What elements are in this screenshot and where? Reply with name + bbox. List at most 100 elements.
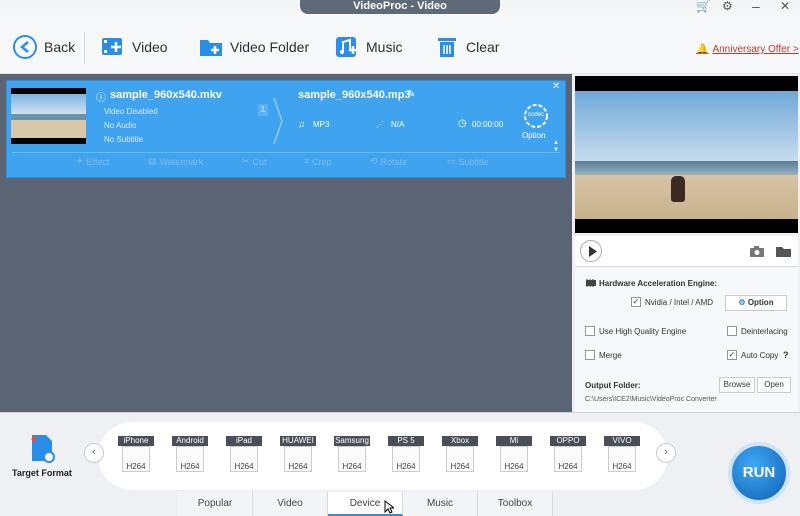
format-item[interactable]: Android H264: [172, 436, 208, 474]
format-name: OPPO: [550, 436, 586, 446]
add-video-folder-button[interactable]: Video Folder: [198, 32, 309, 62]
tools-divider: [12, 152, 560, 153]
window-title: VideoProc - Video: [300, 0, 500, 14]
format-item[interactable]: Samsung H264: [334, 436, 370, 474]
rotate-tool[interactable]: ⟲ Rotate: [370, 156, 407, 167]
chevron-right-icon: ›: [664, 446, 668, 458]
effect-tool[interactable]: ✦ Effect: [76, 156, 109, 167]
add-music-button[interactable]: Music: [334, 32, 403, 62]
tab-toolbox[interactable]: Toolbox: [478, 492, 553, 516]
deinterlacing-label: Deinterlacing: [741, 327, 788, 336]
folder-plus-icon: [198, 34, 224, 60]
conversion-arrow-icon: [273, 97, 283, 145]
deinterlacing-checkbox[interactable]: [727, 326, 737, 336]
format-codec: H264: [288, 462, 308, 471]
output-format: MP3: [313, 120, 330, 129]
play-button[interactable]: [580, 240, 602, 262]
run-button[interactable]: RUN: [728, 442, 790, 504]
subtitle-icon: ▭: [447, 156, 456, 166]
preview-person: [671, 176, 685, 202]
browse-button[interactable]: Browse: [719, 377, 755, 393]
format-name: Mi: [496, 436, 532, 446]
title-bar: VideoProc - Video 🛒 ⚙ – ✕: [0, 0, 800, 14]
back-arrow-icon: [12, 34, 38, 60]
cut-label: Cut: [252, 156, 267, 167]
gear-icon[interactable]: ⚙: [722, 0, 733, 14]
crop-label: Crop: [312, 156, 332, 167]
clear-button[interactable]: Clear: [434, 32, 499, 62]
hw-option-label: Option: [747, 298, 774, 307]
help-icon[interactable]: ?: [783, 350, 789, 360]
hw-vendor-label: Nvidia / Intel / AMD: [645, 298, 714, 307]
rotate-label: Rotate: [380, 156, 408, 167]
watermark-tool[interactable]: ▤ Watermark: [148, 156, 203, 167]
video-folder-label: Video Folder: [230, 39, 310, 55]
format-item[interactable]: Mi H264: [496, 436, 532, 474]
remove-item-icon[interactable]: ✕: [552, 81, 560, 92]
bell-icon: 🔔: [696, 44, 709, 55]
video-preview[interactable]: [575, 76, 798, 233]
info-icon[interactable]: ⓘ: [96, 89, 106, 104]
crop-tool[interactable]: ⌗ Crop: [304, 156, 332, 167]
format-name: HUAWEI: [280, 436, 316, 446]
high-quality-checkbox[interactable]: [585, 326, 595, 336]
video-status: Video Disabled: [104, 107, 158, 116]
next-formats-button[interactable]: ›: [656, 443, 676, 463]
rotate-icon: ⟲: [370, 156, 378, 166]
auto-copy-label: Auto Copy: [741, 351, 779, 360]
file-thumbnail[interactable]: [11, 88, 86, 144]
camera-icon[interactable]: [749, 245, 765, 258]
format-item[interactable]: OPPO H264: [550, 436, 586, 474]
format-name: iPhone: [118, 436, 154, 446]
open-folder-icon[interactable]: [775, 245, 793, 258]
format-name: VIVO: [604, 436, 640, 446]
format-codec: H264: [180, 462, 200, 471]
output-duration: 00:00:00: [472, 120, 504, 129]
format-item[interactable]: HUAWEI H264: [280, 436, 316, 474]
tab-music[interactable]: Music: [403, 492, 478, 516]
format-codec: H264: [450, 462, 470, 471]
cut-tool[interactable]: ✂ Cut: [242, 156, 267, 167]
format-item[interactable]: Xbox H264: [442, 436, 478, 474]
format-item[interactable]: iPhone H264: [118, 436, 154, 474]
track-count-badge[interactable]: 1: [258, 104, 268, 116]
format-name: iPad: [226, 436, 262, 446]
output-file-name: sample_960x540.mp3: [298, 89, 411, 101]
hw-vendor-checkbox[interactable]: ✓: [631, 297, 641, 307]
option-gear-icon: ⚙: [738, 298, 746, 307]
format-item[interactable]: PS 5 H264: [388, 436, 424, 474]
subtitle-tool[interactable]: ▭ Subtitle: [447, 156, 489, 167]
merge-label: Merge: [599, 351, 622, 360]
hw-accel-title: Hardware Acceleration Engine:: [599, 279, 717, 288]
minimize-icon[interactable]: –: [752, 0, 760, 14]
tab-popular[interactable]: Popular: [178, 492, 253, 516]
output-resolution: N/A: [391, 120, 405, 129]
add-video-button[interactable]: Video: [100, 32, 168, 62]
chip-icon: [586, 279, 596, 287]
format-item[interactable]: iPad H264: [226, 436, 262, 474]
edit-name-icon[interactable]: ✎: [407, 89, 415, 100]
open-button[interactable]: Open: [757, 377, 791, 393]
effect-icon: ✦: [76, 156, 84, 166]
tab-video[interactable]: Video: [253, 492, 328, 516]
format-codec: H264: [234, 462, 254, 471]
watermark-label: Watermark: [159, 156, 204, 167]
cart-icon[interactable]: 🛒: [696, 0, 711, 14]
codec-option-button[interactable]: codec Option: [520, 102, 552, 142]
effect-label: Effect: [86, 156, 110, 167]
hw-option-button[interactable]: ⚙ Option: [725, 295, 787, 311]
subtitle-label: Subtitle: [458, 156, 489, 167]
format-name: Android: [172, 436, 208, 446]
close-icon[interactable]: ✕: [780, 0, 790, 14]
source-file-name: sample_960x540.mkv: [110, 89, 222, 101]
merge-checkbox[interactable]: [585, 350, 595, 360]
preview-controls: [575, 236, 798, 266]
format-codec: H264: [342, 462, 362, 471]
anniversary-offer-link[interactable]: 🔔 Anniversary Offer >: [696, 44, 799, 55]
back-button[interactable]: Back: [12, 32, 75, 62]
music-note-icon: ♫: [298, 119, 305, 129]
auto-copy-checkbox[interactable]: ✓: [727, 350, 737, 360]
music-label: Music: [366, 39, 403, 55]
format-item[interactable]: VIVO H264: [604, 436, 640, 474]
prev-formats-button[interactable]: ‹: [84, 443, 104, 463]
